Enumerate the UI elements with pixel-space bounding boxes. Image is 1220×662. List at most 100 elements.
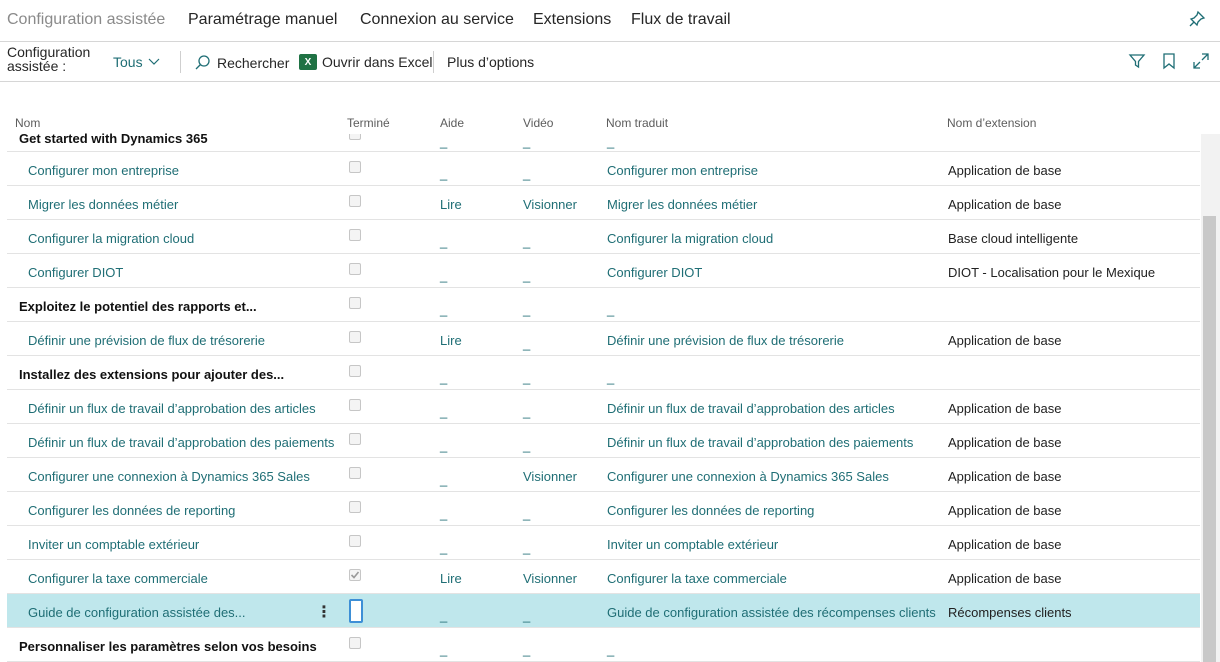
table-row[interactable]: Configurer la migration cloud _ _ Configure… — [7, 220, 1200, 254]
table-row[interactable]: Définir un flux de travail d’approbation… — [7, 390, 1200, 424]
row-name-link[interactable]: Définir une prévision de flux de trésore… — [28, 333, 265, 348]
filter-label: Configuration assistée : — [7, 44, 91, 74]
translated-name-link[interactable]: Configurer les données de reporting — [607, 503, 814, 518]
table-row[interactable]: Exploitez le potentiel des rapports et..… — [7, 288, 1200, 322]
expand-icon[interactable] — [1192, 52, 1210, 70]
table-row[interactable]: Configurer les données de reporting _ _ Con… — [7, 492, 1200, 526]
extension-name: Application de base — [948, 537, 1062, 552]
tab-configuration-assistee[interactable]: Configuration assistée — [7, 11, 165, 29]
done-checkbox[interactable] — [349, 501, 361, 513]
row-name-link[interactable]: Configurer la migration cloud — [28, 231, 194, 246]
group-header-name: Installez des extensions pour ajouter de… — [19, 367, 285, 382]
column-header-extension-name[interactable]: Nom d’extension — [947, 116, 1036, 130]
done-checkbox[interactable] — [349, 297, 361, 309]
translated-name-link[interactable]: Définir une prévision de flux de trésore… — [607, 333, 844, 348]
help-empty: _ — [440, 302, 448, 317]
filter-icon[interactable] — [1128, 52, 1146, 70]
translated-name-link[interactable]: Configurer la taxe commerciale — [607, 571, 787, 586]
video-link[interactable]: Visionner — [523, 197, 577, 212]
column-header-translated-name[interactable]: Nom traduit — [606, 116, 668, 130]
column-header-help[interactable]: Aide — [440, 116, 464, 130]
done-checkbox[interactable] — [349, 134, 361, 140]
translated-empty: _ — [607, 370, 615, 385]
done-checkbox[interactable] — [349, 229, 361, 241]
tab-flux-de-travail[interactable]: Flux de travail — [631, 11, 731, 29]
filter-dropdown[interactable]: Tous — [113, 54, 160, 70]
bookmark-icon[interactable] — [1160, 52, 1178, 70]
done-checkbox[interactable] — [349, 263, 361, 275]
row-name-link[interactable]: Guide de configuration assistée des... — [28, 605, 246, 620]
row-actions-icon[interactable]: ⋮ — [316, 602, 332, 622]
column-header-video[interactable]: Vidéo — [523, 116, 553, 130]
open-in-excel-button[interactable]: X Ouvrir dans Excel — [299, 54, 432, 70]
translated-name-link[interactable]: Définir un flux de travail d’approbation… — [607, 435, 913, 450]
tab-extensions[interactable]: Extensions — [533, 11, 611, 29]
video-empty: _ — [523, 506, 531, 521]
tab-connexion-au-service[interactable]: Connexion au service — [360, 11, 514, 29]
done-checkbox[interactable] — [349, 467, 361, 479]
help-link[interactable]: Lire — [440, 571, 462, 586]
extension-name: Application de base — [948, 571, 1062, 586]
extension-name: Application de base — [948, 333, 1062, 348]
tab-parametrage-manuel[interactable]: Paramétrage manuel — [188, 11, 337, 29]
row-name-link[interactable]: Configurer mon entreprise — [28, 163, 179, 178]
table-row[interactable]: Migrer les données métier Lire Visionner Mi… — [7, 186, 1200, 220]
table-row[interactable]: Guide de configuration assistée des... ⋮ _… — [7, 594, 1200, 628]
help-empty: _ — [440, 134, 448, 149]
video-empty: _ — [523, 370, 531, 385]
done-checkbox[interactable] — [349, 433, 361, 445]
done-checkbox[interactable] — [349, 161, 361, 173]
search-button[interactable]: Rechercher — [194, 54, 289, 72]
translated-name-link[interactable]: Configurer une connexion à Dynamics 365 … — [607, 469, 889, 484]
translated-name-link[interactable]: Migrer les données métier — [607, 197, 757, 212]
translated-name-link[interactable]: Configurer mon entreprise — [607, 163, 758, 178]
scrollbar-thumb[interactable] — [1203, 216, 1216, 662]
table-row[interactable]: Personnaliser les paramètres selon vos b… — [7, 628, 1200, 662]
done-checkbox[interactable] — [349, 599, 363, 623]
row-name-link[interactable]: Définir un flux de travail d’approbation… — [28, 435, 334, 450]
table-row[interactable]: Définir une prévision de flux de trésore… — [7, 322, 1200, 356]
group-header-name: Exploitez le potentiel des rapports et..… — [19, 299, 257, 314]
video-link[interactable]: Visionner — [523, 469, 577, 484]
row-name-link[interactable]: Configurer une connexion à Dynamics 365 … — [28, 469, 310, 484]
help-link[interactable]: Lire — [440, 197, 462, 212]
translated-name-link[interactable]: Définir un flux de travail d’approbation… — [607, 401, 895, 416]
action-bar: Configuration assistée : Tous Rechercher… — [0, 42, 1220, 82]
table-row[interactable]: Définir un flux de travail d’approbation… — [7, 424, 1200, 458]
row-name-link[interactable]: Configurer les données de reporting — [28, 503, 235, 518]
done-checkbox[interactable] — [349, 637, 361, 649]
row-name-link[interactable]: Configurer DIOT — [28, 265, 123, 280]
row-name-link[interactable]: Configurer la taxe commerciale — [28, 571, 208, 586]
column-header-name[interactable]: Nom — [15, 116, 40, 130]
table-row[interactable]: Installez des extensions pour ajouter de… — [7, 356, 1200, 390]
help-empty: _ — [440, 540, 448, 555]
done-checkbox[interactable] — [349, 399, 361, 411]
table-row[interactable]: Configurer mon entreprise _ _ Configurer mo… — [7, 152, 1200, 186]
help-link[interactable]: Lire — [440, 333, 462, 348]
table-row[interactable]: Configurer DIOT _ _ Configurer DIOT DIOT - L… — [7, 254, 1200, 288]
translated-name-link[interactable]: Configurer DIOT — [607, 265, 702, 280]
translated-name-link[interactable]: Guide de configuration assistée des réco… — [607, 605, 936, 620]
done-checkbox[interactable] — [349, 365, 361, 377]
column-header-done[interactable]: Terminé — [347, 116, 390, 130]
row-name-link[interactable]: Inviter un comptable extérieur — [28, 537, 199, 552]
extension-name: Application de base — [948, 503, 1062, 518]
table-row[interactable]: Configurer la taxe commerciale Lire Vision… — [7, 560, 1200, 594]
done-checkbox[interactable] — [349, 331, 361, 343]
video-link[interactable]: Visionner — [523, 571, 577, 586]
top-navigation: Configuration assistée Paramétrage manue… — [0, 0, 1220, 42]
table-row[interactable]: Get started with Dynamics 365 _ _ _ — [7, 131, 1200, 152]
done-checkbox[interactable] — [349, 569, 361, 581]
more-options-button[interactable]: Plus d’options — [447, 54, 534, 70]
row-name-link[interactable]: Migrer les données métier — [28, 197, 178, 212]
done-checkbox[interactable] — [349, 535, 361, 547]
table-row[interactable]: Configurer une connexion à Dynamics 365 … — [7, 458, 1200, 492]
filter-value: Tous — [113, 54, 143, 70]
pin-icon[interactable] — [1188, 10, 1206, 28]
done-checkbox[interactable] — [349, 195, 361, 207]
translated-name-link[interactable]: Configurer la migration cloud — [607, 231, 773, 246]
video-empty: _ — [523, 438, 531, 453]
row-name-link[interactable]: Définir un flux de travail d’approbation… — [28, 401, 316, 416]
translated-name-link[interactable]: Inviter un comptable extérieur — [607, 537, 778, 552]
table-row[interactable]: Inviter un comptable extérieur _ _ Inviter … — [7, 526, 1200, 560]
